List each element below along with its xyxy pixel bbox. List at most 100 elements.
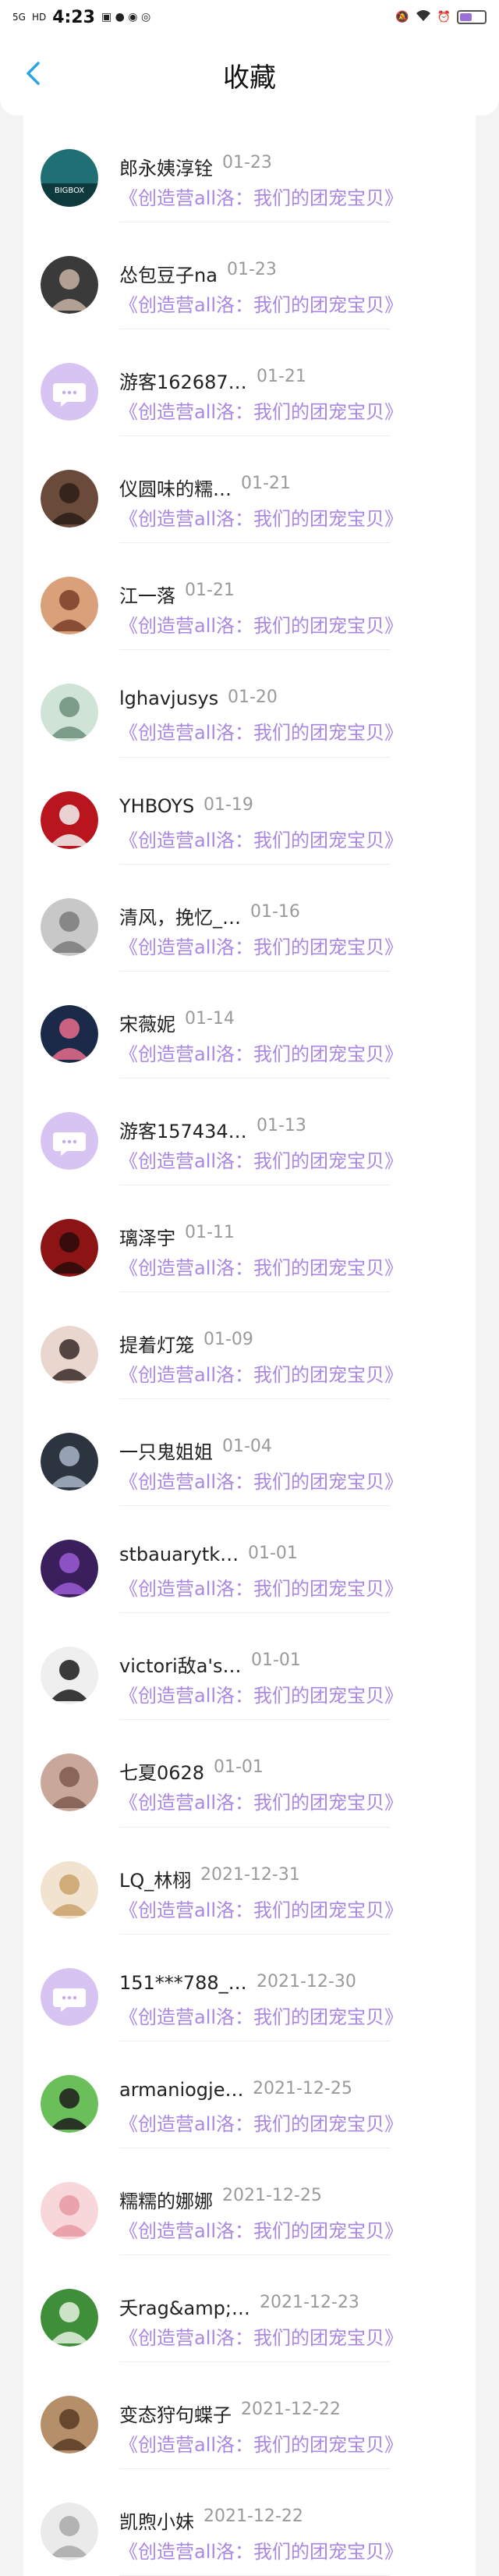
user-avatar[interactable] bbox=[41, 470, 98, 528]
favorite-item[interactable]: 怂包豆子na 01-23 《创造营all洛：我们的团宠宝贝》 bbox=[23, 222, 476, 330]
favorited-work-title[interactable]: 《创造营all洛：我们的团宠宝贝》 bbox=[119, 2215, 403, 2243]
user-avatar[interactable] bbox=[41, 1433, 98, 1491]
favorited-work-title[interactable]: 《创造营all洛：我们的团宠宝贝》 bbox=[119, 1787, 403, 1814]
back-button[interactable] bbox=[17, 58, 48, 89]
favorite-item[interactable]: armaniogje… 2021-12-25 《创造营all洛：我们的团宠宝贝》 bbox=[23, 2041, 476, 2148]
user-name[interactable]: armaniogje… bbox=[119, 2079, 243, 2101]
favorited-work-title[interactable]: 《创造营all洛：我们的团宠宝贝》 bbox=[119, 2109, 403, 2136]
favorited-work-title[interactable]: 《创造营all洛：我们的团宠宝贝》 bbox=[119, 1680, 403, 1707]
user-name[interactable]: 宋薇妮 bbox=[119, 1009, 175, 1036]
user-avatar[interactable] bbox=[41, 2503, 98, 2561]
user-avatar[interactable] bbox=[41, 577, 98, 635]
user-name[interactable]: 璃泽宇 bbox=[119, 1223, 175, 1250]
user-name[interactable]: 151***788_… bbox=[119, 1972, 247, 1994]
user-avatar[interactable]: BIGBOX bbox=[41, 149, 98, 207]
user-name[interactable]: 提着灯笼 bbox=[119, 1330, 194, 1357]
favorite-item[interactable]: BIGBOX 郎永姨淳铨 01-23 《创造营all洛：我们的团宠宝贝》 bbox=[23, 115, 476, 223]
favorite-item[interactable]: LQ_林栩 2021-12-31 《创造营all洛：我们的团宠宝贝》 bbox=[23, 1828, 476, 1935]
favorites-list: BIGBOX 郎永姨淳铨 01-23 《创造营all洛：我们的团宠宝贝》 怂包豆子na 0… bbox=[23, 115, 476, 2576]
favorite-date: 01-04 bbox=[222, 1437, 272, 1457]
favorite-date: 01-23 bbox=[222, 153, 272, 172]
user-name[interactable]: stbauarytk… bbox=[119, 1544, 239, 1565]
favorited-work-title[interactable]: 《创造营all洛：我们的团宠宝贝》 bbox=[119, 396, 403, 424]
user-avatar[interactable] bbox=[41, 684, 98, 742]
header: 收藏 bbox=[0, 34, 499, 115]
favorite-item[interactable]: 宋薇妮 01-14 《创造营all洛：我们的团宠宝贝》 bbox=[23, 972, 476, 1078]
user-avatar[interactable] bbox=[41, 1004, 98, 1063]
user-avatar[interactable] bbox=[41, 2181, 98, 2240]
user-name[interactable]: 七夏0628 bbox=[119, 1757, 204, 1785]
user-name[interactable]: 游客162687… bbox=[119, 367, 247, 394]
favorited-work-title[interactable]: 《创造营all洛：我们的团宠宝贝》 bbox=[119, 1252, 403, 1280]
favorite-item[interactable]: 游客162687… 01-21 《创造营all洛：我们的团宠宝贝》 bbox=[23, 329, 476, 437]
user-avatar[interactable] bbox=[41, 1753, 98, 1812]
favorite-item[interactable]: lghavjusys 01-20 《创造营all洛：我们的团宠宝贝》 bbox=[23, 650, 476, 758]
user-name[interactable]: 糯糯的娜娜 bbox=[119, 2186, 213, 2213]
favorited-work-title[interactable]: 《创造营all洛：我们的团宠宝贝》 bbox=[119, 1146, 403, 1173]
user-name[interactable]: YHBOYS bbox=[119, 795, 194, 817]
favorite-date: 01-13 bbox=[257, 1115, 306, 1135]
favorited-work-title[interactable]: 《创造营all洛：我们的团宠宝贝》 bbox=[119, 825, 403, 852]
favorite-item[interactable]: 一只鬼姐姐 01-04 《创造营all洛：我们的团宠宝贝》 bbox=[23, 1399, 476, 1507]
user-name[interactable]: 夭rag&amp;… bbox=[119, 2293, 250, 2320]
favorite-item[interactable]: stbauarytk… 01-01 《创造营all洛：我们的团宠宝贝》 bbox=[23, 1506, 476, 1614]
user-avatar[interactable] bbox=[41, 1111, 98, 1170]
user-avatar[interactable] bbox=[41, 1218, 98, 1277]
user-avatar[interactable] bbox=[41, 2074, 98, 2133]
favorite-item[interactable]: 夭rag&amp;… 2021-12-23 《创造营all洛：我们的团宠宝贝》 bbox=[23, 2255, 476, 2362]
user-name[interactable]: 仪圆味的糯… bbox=[119, 474, 232, 501]
favorited-work-title[interactable]: 《创造营all洛：我们的团宠宝贝》 bbox=[119, 503, 403, 531]
user-avatar[interactable] bbox=[41, 791, 98, 849]
favorite-item[interactable]: 仪圆味的糯… 01-21 《创造营all洛：我们的团宠宝贝》 bbox=[23, 436, 476, 544]
user-name[interactable]: victori敌a's… bbox=[119, 1650, 242, 1678]
favorite-item[interactable]: 凯煦小妹 2021-12-22 《创造营all洛：我们的团宠宝贝》 bbox=[23, 2469, 476, 2576]
favorited-work-title[interactable]: 《创造营all洛：我们的团宠宝贝》 bbox=[119, 183, 403, 210]
user-avatar[interactable] bbox=[41, 2395, 98, 2453]
favorited-work-title[interactable]: 《创造营all洛：我们的团宠宝贝》 bbox=[119, 290, 403, 317]
favorite-item[interactable]: 提着灯笼 01-09 《创造营all洛：我们的团宠宝贝》 bbox=[23, 1292, 476, 1400]
favorite-item[interactable]: YHBOYS 01-19 《创造营all洛：我们的团宠宝贝》 bbox=[23, 758, 476, 865]
user-avatar[interactable] bbox=[41, 897, 98, 956]
favorited-work-title[interactable]: 《创造营all洛：我们的团宠宝贝》 bbox=[119, 610, 403, 638]
favorited-work-title[interactable]: 《创造营all洛：我们的团宠宝贝》 bbox=[119, 1573, 403, 1601]
user-name[interactable]: 怂包豆子na bbox=[119, 260, 218, 287]
user-name[interactable]: lghavjusys bbox=[119, 688, 218, 709]
user-avatar[interactable] bbox=[41, 1860, 98, 1919]
favorited-work-title[interactable]: 《创造营all洛：我们的团宠宝贝》 bbox=[119, 2002, 403, 2029]
user-name[interactable]: 郎永姨淳铨 bbox=[119, 153, 213, 180]
user-avatar[interactable] bbox=[41, 363, 98, 421]
user-avatar[interactable] bbox=[41, 1540, 98, 1598]
favorite-item[interactable]: 七夏0628 01-01 《创造营all洛：我们的团宠宝贝》 bbox=[23, 1720, 476, 1828]
user-name[interactable]: 江一落 bbox=[119, 581, 175, 608]
favorited-work-title[interactable]: 《创造营all洛：我们的团宠宝贝》 bbox=[119, 2322, 403, 2350]
user-avatar[interactable] bbox=[41, 2288, 98, 2347]
user-avatar[interactable] bbox=[41, 256, 98, 314]
user-name[interactable]: 变态狩句蝶子 bbox=[119, 2400, 232, 2427]
favorite-item[interactable]: 清风，挽忆_… 01-16 《创造营all洛：我们的团宠宝贝》 bbox=[23, 865, 476, 972]
user-avatar[interactable] bbox=[41, 1647, 98, 1705]
favorited-work-title[interactable]: 《创造营all洛：我们的团宠宝贝》 bbox=[119, 717, 403, 744]
favorite-item[interactable]: 糯糯的娜娜 2021-12-25 《创造营all洛：我们的团宠宝贝》 bbox=[23, 2148, 476, 2255]
favorited-work-title[interactable]: 《创造营all洛：我们的团宠宝贝》 bbox=[119, 1466, 403, 1494]
user-name[interactable]: 凯煦小妹 bbox=[119, 2507, 194, 2534]
user-name[interactable]: LQ_林栩 bbox=[119, 1865, 191, 1892]
favorite-item[interactable]: 游客157434… 01-13 《创造营all洛：我们的团宠宝贝》 bbox=[23, 1078, 476, 1185]
favorited-work-title[interactable]: 《创造营all洛：我们的团宠宝贝》 bbox=[119, 1039, 403, 1066]
user-avatar[interactable] bbox=[41, 1967, 98, 2026]
favorite-item[interactable]: 变态狩句蝶子 2021-12-22 《创造营all洛：我们的团宠宝贝》 bbox=[23, 2362, 476, 2470]
user-name[interactable]: 清风，挽忆_… bbox=[119, 902, 241, 929]
favorited-work-title[interactable]: 《创造营all洛：我们的团宠宝贝》 bbox=[119, 1359, 403, 1387]
user-name[interactable]: 游客157434… bbox=[119, 1116, 247, 1143]
user-name[interactable]: 一只鬼姐姐 bbox=[119, 1437, 213, 1464]
favorite-item[interactable]: 璃泽宇 01-11 《创造营all洛：我们的团宠宝贝》 bbox=[23, 1185, 476, 1293]
favorited-work-title[interactable]: 《创造营all洛：我们的团宠宝贝》 bbox=[119, 1895, 403, 1922]
svg-text:BIGBOX: BIGBOX bbox=[55, 187, 84, 195]
favorited-work-title[interactable]: 《创造营all洛：我们的团宠宝贝》 bbox=[119, 2536, 403, 2564]
favorite-date: 01-19 bbox=[203, 794, 253, 815]
favorite-item[interactable]: 151***788_… 2021-12-30 《创造营all洛：我们的团宠宝贝》 bbox=[23, 1935, 476, 2041]
favorite-item[interactable]: victori敌a's… 01-01 《创造营all洛：我们的团宠宝贝》 bbox=[23, 1613, 476, 1721]
favorited-work-title[interactable]: 《创造营all洛：我们的团宠宝贝》 bbox=[119, 2429, 403, 2457]
favorite-item[interactable]: 江一落 01-21 《创造营all洛：我们的团宠宝贝》 bbox=[23, 543, 476, 651]
user-avatar[interactable] bbox=[41, 1326, 98, 1384]
favorited-work-title[interactable]: 《创造营all洛：我们的团宠宝贝》 bbox=[119, 932, 403, 959]
